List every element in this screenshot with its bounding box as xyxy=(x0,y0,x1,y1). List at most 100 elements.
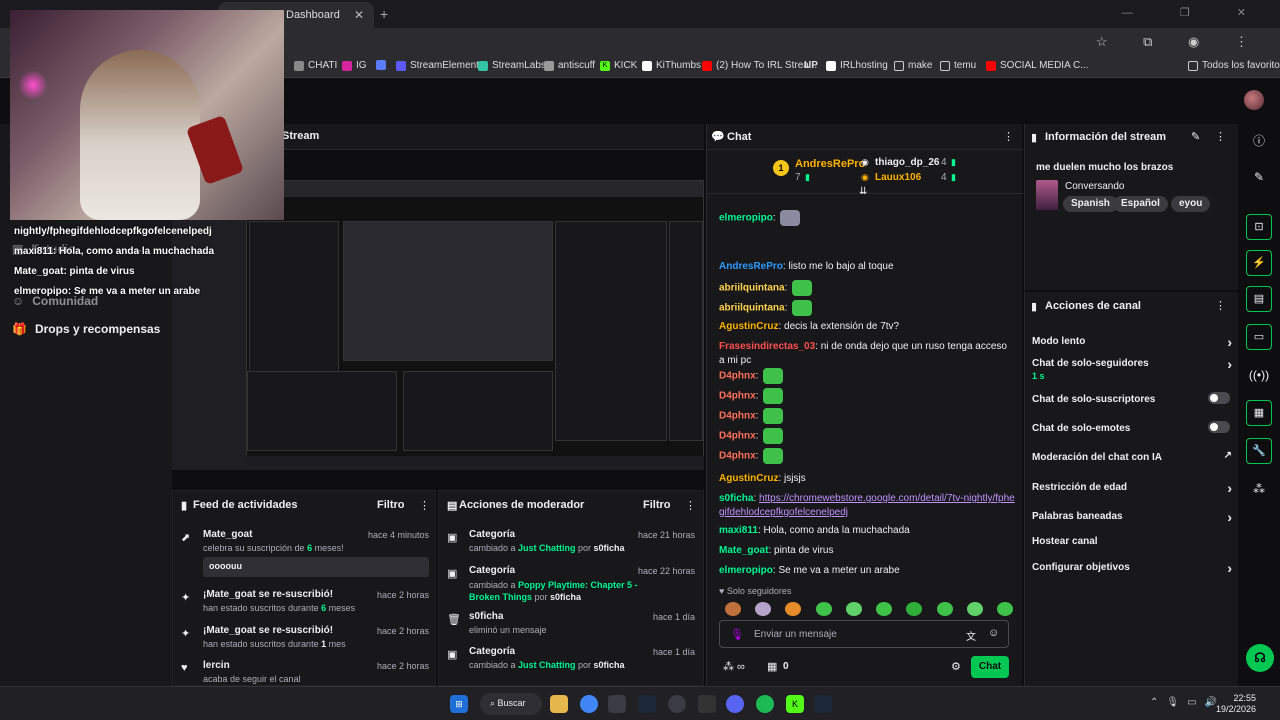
chat-username[interactable]: abriilquintana xyxy=(719,303,785,314)
emote-icon[interactable] xyxy=(876,602,893,616)
action-row[interactable]: Hostear canal xyxy=(1032,536,1232,547)
chat-username[interactable]: D4phnx xyxy=(719,451,756,462)
chat-username[interactable]: elmeropipo xyxy=(719,565,773,576)
bookmark-item[interactable]: IRLhosting xyxy=(826,60,888,71)
steam-icon[interactable] xyxy=(814,695,832,713)
feed-filter-button[interactable]: Filtro xyxy=(377,499,405,511)
bookmark-item[interactable]: CHATI xyxy=(294,60,337,71)
pencil-icon[interactable]: ✎ xyxy=(1246,164,1272,190)
headset-icon[interactable]: ☊ xyxy=(1246,644,1274,672)
emote-icon[interactable] xyxy=(763,388,784,404)
chat-username[interactable]: s0ficha xyxy=(719,493,753,504)
chat-username[interactable]: abriilquintana xyxy=(719,283,785,294)
bookmark-item[interactable] xyxy=(376,60,390,70)
points-icon[interactable]: ⁂ ∞ xyxy=(723,660,745,673)
bookmark-item[interactable]: K KICK xyxy=(600,60,637,71)
emote-icon[interactable] xyxy=(763,428,784,444)
epic-icon[interactable] xyxy=(698,695,716,713)
emote-icon[interactable] xyxy=(845,602,862,616)
emote-icon[interactable] xyxy=(996,602,1013,616)
more-icon[interactable]: ⋮ xyxy=(685,499,696,512)
mod-filter-button[interactable]: Filtro xyxy=(643,499,671,511)
chat-username[interactable]: maxi811 xyxy=(719,525,758,536)
emoji-icon[interactable]: ☺ xyxy=(988,627,999,639)
broadcast-icon[interactable]: ((•)) xyxy=(1246,362,1272,388)
chat-username[interactable]: D4phnx xyxy=(719,411,756,422)
bookmark-item[interactable]: (2) How To IRL Strea... xyxy=(702,60,817,71)
bookmark-item[interactable]: IG xyxy=(342,60,367,71)
bolt-icon[interactable]: ⚡ xyxy=(1246,250,1272,276)
edit-icon[interactable]: ✎ xyxy=(1191,130,1200,143)
emote-icon[interactable] xyxy=(792,300,813,316)
taskbar-search[interactable]: ⌕ Buscar xyxy=(480,693,542,715)
chat-username[interactable]: elmeropipo xyxy=(719,213,773,224)
more-icon[interactable]: ⋮ xyxy=(1215,130,1226,143)
action-row[interactable]: Chat de solo-seguidores 1 s › xyxy=(1032,356,1232,381)
window-controls[interactable]: — ❐ ✕ xyxy=(1122,6,1268,19)
tag-chip[interactable]: Español xyxy=(1113,196,1168,212)
action-row[interactable]: Restricción de edad › xyxy=(1032,480,1232,496)
category-name[interactable]: Conversando xyxy=(1065,181,1124,192)
chat-username[interactable]: AgustinCruz xyxy=(719,473,778,484)
chat-icon[interactable]: ▭ xyxy=(1246,324,1272,350)
leader-first-name[interactable]: AndresRePro xyxy=(795,158,865,170)
emote-icon[interactable] xyxy=(763,408,784,424)
bookmark-item[interactable]: StreamLabs xyxy=(478,60,546,71)
info-icon[interactable]: ⓘ xyxy=(1246,128,1272,154)
emote-icon[interactable] xyxy=(763,448,784,464)
grid-icon[interactable]: ▦ xyxy=(1246,400,1272,426)
feed-item-name[interactable]: Mate_goat xyxy=(203,529,252,540)
clipboard-icon[interactable]: ▤ xyxy=(1246,286,1272,312)
action-row[interactable]: Moderación del chat con IA ↗ xyxy=(1032,450,1232,463)
capcut-icon[interactable] xyxy=(608,695,626,713)
tag-chip[interactable]: eyou xyxy=(1171,196,1211,212)
emote-icon[interactable] xyxy=(815,602,832,616)
camera-icon[interactable]: ⊡ xyxy=(1246,214,1272,240)
more-icon[interactable]: ⋮ xyxy=(1003,130,1014,143)
chat-username[interactable]: D4phnx xyxy=(719,391,756,402)
steam-icon[interactable] xyxy=(638,695,656,713)
windows-start-icon[interactable]: ⊞ xyxy=(450,695,468,713)
kick-icon[interactable]: K xyxy=(786,695,804,713)
chat-link[interactable]: https://chromewebstore.google.com/detail… xyxy=(719,493,1015,518)
feed-item-name[interactable]: ¡Mate_goat se re-suscribió! xyxy=(203,625,333,636)
system-tray-icons[interactable]: ⌃🎙▭🔊 xyxy=(1150,697,1225,708)
chat-username[interactable]: D4phnx xyxy=(719,371,756,382)
emote-icon[interactable] xyxy=(725,602,741,616)
chat-send-button[interactable]: Chat xyxy=(971,656,1009,678)
emote-icon[interactable] xyxy=(785,602,802,616)
chat-username[interactable]: Frasesindirectas_03 xyxy=(719,341,815,352)
discord-icon[interactable] xyxy=(726,695,744,713)
bookmark-item[interactable]: make xyxy=(894,60,932,71)
emote-icon[interactable] xyxy=(906,602,923,616)
bookmark-item[interactable]: temu xyxy=(940,60,976,71)
toggle-switch[interactable] xyxy=(1208,421,1230,433)
new-tab-icon[interactable]: + xyxy=(380,6,388,22)
more-icon[interactable]: ⋮ xyxy=(419,499,430,512)
emote-icon[interactable] xyxy=(966,602,983,616)
feed-item-name[interactable]: ¡Mate_goat se re-suscribió! xyxy=(203,589,333,600)
browser-toolbar-icons[interactable]: ☆ ⧉ ◉ ⋮ xyxy=(1096,34,1264,50)
chat-username[interactable]: AgustinCruz xyxy=(719,321,778,332)
chat-username[interactable]: D4phnx xyxy=(719,431,756,442)
bookmark-item[interactable]: SOCIAL MEDIA C... xyxy=(986,60,1089,71)
leader-third-name[interactable]: Lauux106 xyxy=(875,172,921,183)
bookmark-item[interactable]: Todos los favoritos xyxy=(1188,60,1280,71)
sidebar-item-drops[interactable]: 🎁 Drops y recompensas xyxy=(12,322,160,336)
translate-icon[interactable]: 文 xyxy=(966,628,976,643)
avatar[interactable] xyxy=(1244,90,1264,110)
emote-icon[interactable] xyxy=(780,210,801,226)
action-row[interactable]: Configurar objetivos › xyxy=(1032,560,1232,576)
tag-chip[interactable]: Spanish xyxy=(1063,196,1118,212)
emote-icon[interactable] xyxy=(936,602,953,616)
bookmark-item[interactable]: KiThumbs xyxy=(642,60,701,71)
stream-video[interactable] xyxy=(172,180,704,470)
obs-icon[interactable] xyxy=(668,695,686,713)
points-icon[interactable]: ⁂ xyxy=(1246,476,1272,502)
close-icon[interactable]: ✕ xyxy=(354,8,364,22)
emote-icon[interactable] xyxy=(792,280,813,296)
bookmark-item[interactable]: StreamElements xyxy=(396,60,484,71)
action-row[interactable]: Chat de solo-suscriptores xyxy=(1032,392,1232,405)
taskbar-clock[interactable]: 22:55 19/2/2026 xyxy=(1216,693,1256,715)
chrome-icon[interactable] xyxy=(580,695,598,713)
